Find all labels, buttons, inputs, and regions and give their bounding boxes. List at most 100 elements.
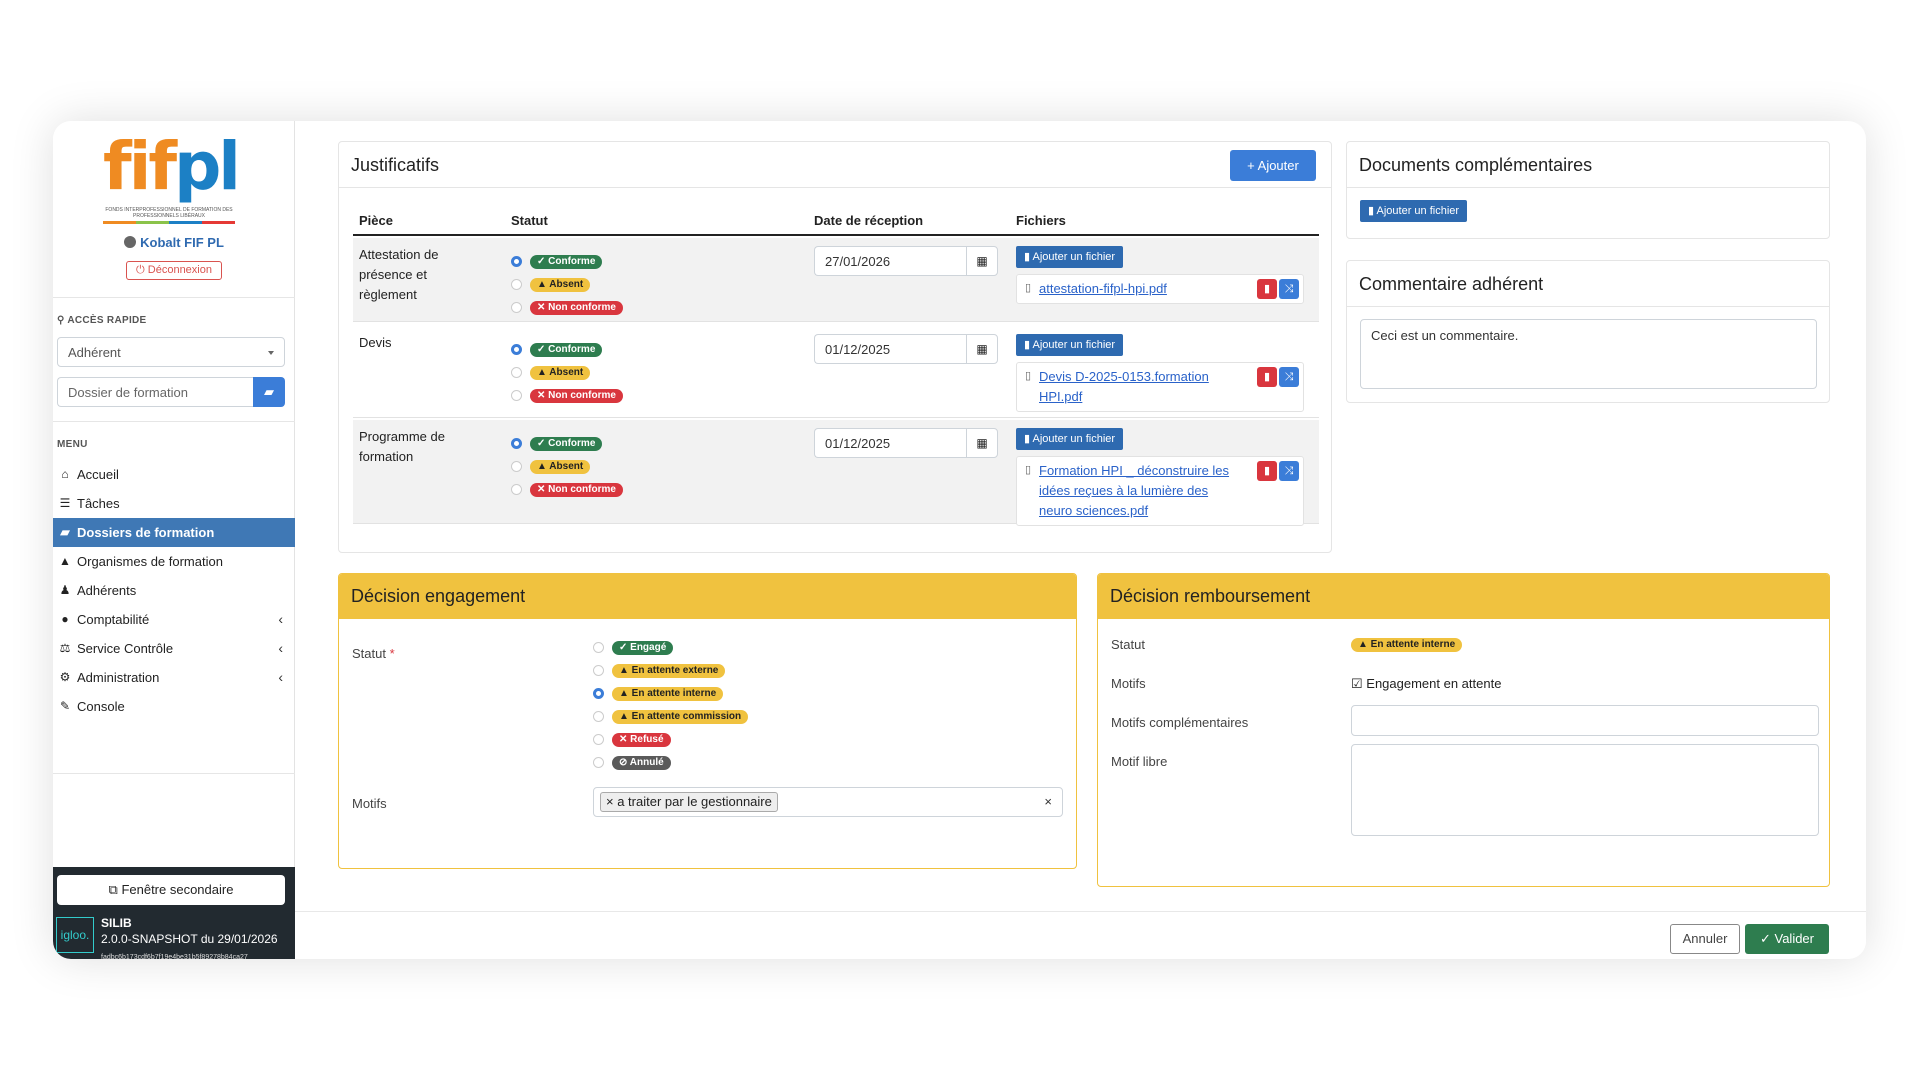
piece-name: Programme de formation [359,429,445,464]
engagement-status-radio[interactable] [593,665,604,676]
user-tie-icon: ♟ [59,583,71,597]
add-file-button[interactable]: ▮ Ajouter un fichier [1016,334,1124,356]
trash-icon[interactable]: ▮ [1257,461,1277,481]
status-badge: ✕ Non conforme [530,301,623,315]
piece-name: Attestation de présence et règlement [359,247,439,302]
engagement-status-radio[interactable] [593,711,604,722]
status-badge: ▲ Absent [530,366,591,380]
documents-title: Documents complémentaires [1347,142,1829,188]
engagement-status-badge: ⊘ Annulé [612,756,671,770]
add-file-button[interactable]: ▮ Ajouter un fichier [1016,246,1124,268]
engagement-status-radio[interactable] [593,734,604,745]
sidebar-item-7[interactable]: ⚙ Administration ‹ [53,663,295,692]
sidebar-item-1[interactable]: ☰ Tâches [53,489,295,518]
sidebar-item-label: Tâches [77,496,120,511]
date-input[interactable]: 01/12/2025 [814,428,966,458]
piece-name: Devis [359,335,392,350]
shuffle-icon[interactable]: ⤨ [1279,367,1299,387]
calendar-icon[interactable]: ▦ [966,334,998,364]
sidebar-footer: ⧉ Fenêtre secondaire igloo. SILIB 2.0.0-… [53,867,295,959]
folder-search-button[interactable]: ▰ [253,377,285,407]
sidebar-item-label: Service Contrôle [77,641,174,656]
motifs-complementaires-input[interactable] [1351,705,1819,736]
remboursement-motifs-value: ☑ Engagement en attente [1351,676,1502,691]
igloo-logo: igloo. [56,917,94,953]
sidebar-item-6[interactable]: ⚖ Service Contrôle ‹ [53,634,295,663]
col-piece: Pièce [359,213,393,228]
remboursement-panel: Décision remboursement Statut ▲ En atten… [1097,573,1830,887]
engagement-title: Décision engagement [339,574,1076,619]
file-link[interactable]: Devis D-2025-0153.formation HPI.pdf [1039,367,1239,407]
sidebar-item-2[interactable]: ▰ Dossiers de formation [53,518,295,547]
status-radio[interactable] [511,390,522,401]
file-link[interactable]: Formation HPI _ déconstruire les idées r… [1039,461,1239,521]
col-date: Date de réception [814,213,924,228]
add-document-button[interactable]: ▮ Ajouter un fichier [1360,200,1468,222]
sidebar-item-8[interactable]: ✎ Console [53,692,295,721]
remboursement-statut-badge: ▲ En attente interne [1351,638,1463,652]
sidebar-item-3[interactable]: ▲ Organismes de formation [53,547,295,576]
logo-subtitle: FONDS INTERPROFESSIONNEL DE FORMATION DE… [105,207,233,219]
shuffle-icon[interactable]: ⤨ [1279,279,1299,299]
validate-button[interactable]: ✓ Valider [1745,924,1829,954]
trash-icon[interactable]: ▮ [1257,367,1277,387]
secondary-window-button[interactable]: ⧉ Fenêtre secondaire [57,875,285,905]
status-radio[interactable] [511,344,522,355]
build-hash: fadbc6b173cdf6b7f19e4be31b5f89278b84ca27 [101,954,248,959]
file-icon: ▮ [1368,205,1377,217]
motifs-complementaires-label: Motifs complémentaires [1111,715,1249,730]
status-radio[interactable] [511,279,522,290]
engagement-status-radio[interactable] [593,757,604,768]
user-name[interactable]: Kobalt FIF PL [53,235,295,250]
sidebar-item-0[interactable]: ⌂ Accueil [53,460,295,489]
engagement-statut-label: Statut * [352,646,395,661]
file-link[interactable]: attestation-fifpl-hpi.pdf [1039,279,1239,299]
status-radio[interactable] [511,256,522,267]
engagement-status-badge: ▲ En attente commission [612,710,749,724]
status-radio[interactable] [511,461,522,472]
cancel-button[interactable]: Annuler [1670,924,1740,954]
logout-button[interactable]: ⏻ Déconnexion [126,261,222,280]
sidebar-item-label: Console [77,699,125,714]
justificatifs-panel: Justificatifs + Ajouter Pièce Statut Dat… [338,141,1332,553]
status-radio[interactable] [511,484,522,495]
add-justificatif-button[interactable]: + Ajouter [1230,150,1316,181]
engagement-status-badge: ✕ Refusé [612,733,671,747]
status-radio[interactable] [511,438,522,449]
status-badge: ▲ Absent [530,460,591,474]
window-restore-icon: ⧉ [108,882,122,897]
sidebar-item-5[interactable]: ● Comptabilité ‹ [53,605,295,634]
status-radio[interactable] [511,367,522,378]
engagement-status-radio[interactable] [593,642,604,653]
sidebar-item-label: Comptabilité [77,612,150,627]
sidebar-item-4[interactable]: ♟ Adhérents [53,576,295,605]
engagement-status-radio[interactable] [593,688,604,699]
remboursement-statut-label: Statut [1111,637,1145,652]
remboursement-motifs-label: Motifs [1111,676,1146,691]
col-statut: Statut [511,213,548,228]
date-input[interactable]: 01/12/2025 [814,334,966,364]
calendar-icon[interactable]: ▦ [966,428,998,458]
status-radio[interactable] [511,302,522,313]
dossier-input[interactable]: Dossier de formation [57,377,253,407]
motif-tag[interactable]: × a traiter par le gestionnaire [600,792,778,812]
adherent-select[interactable]: Adhérent [57,337,285,367]
piggy-bank-icon: ● [61,612,69,626]
add-file-button[interactable]: ▮ Ajouter un fichier [1016,428,1124,450]
file-icon: ▯ [1025,464,1032,476]
trash-icon[interactable]: ▮ [1257,279,1277,299]
status-badge: ✓ Conforme [530,343,603,357]
app-window: fifpl FONDS INTERPROFESSIONNEL DE FORMAT… [53,121,1866,959]
clear-icon[interactable]: × [1044,794,1052,809]
file-icon: ▯ [1025,370,1032,382]
motif-libre-textarea[interactable] [1351,744,1819,836]
date-input[interactable]: 27/01/2026 [814,246,966,276]
calendar-icon[interactable]: ▦ [966,246,998,276]
shuffle-icon[interactable]: ⤨ [1279,461,1299,481]
motifs-select[interactable]: × a traiter par le gestionnaire × [593,787,1063,817]
file-icon: ▮ [1024,339,1033,351]
app-version: 2.0.0-SNAPSHOT du 29/01/2026 [101,932,278,946]
chevron-left-icon: ‹ [278,669,283,685]
file-icon: ▮ [1024,251,1033,263]
commentaire-textarea[interactable]: Ceci est un commentaire. [1360,319,1817,389]
